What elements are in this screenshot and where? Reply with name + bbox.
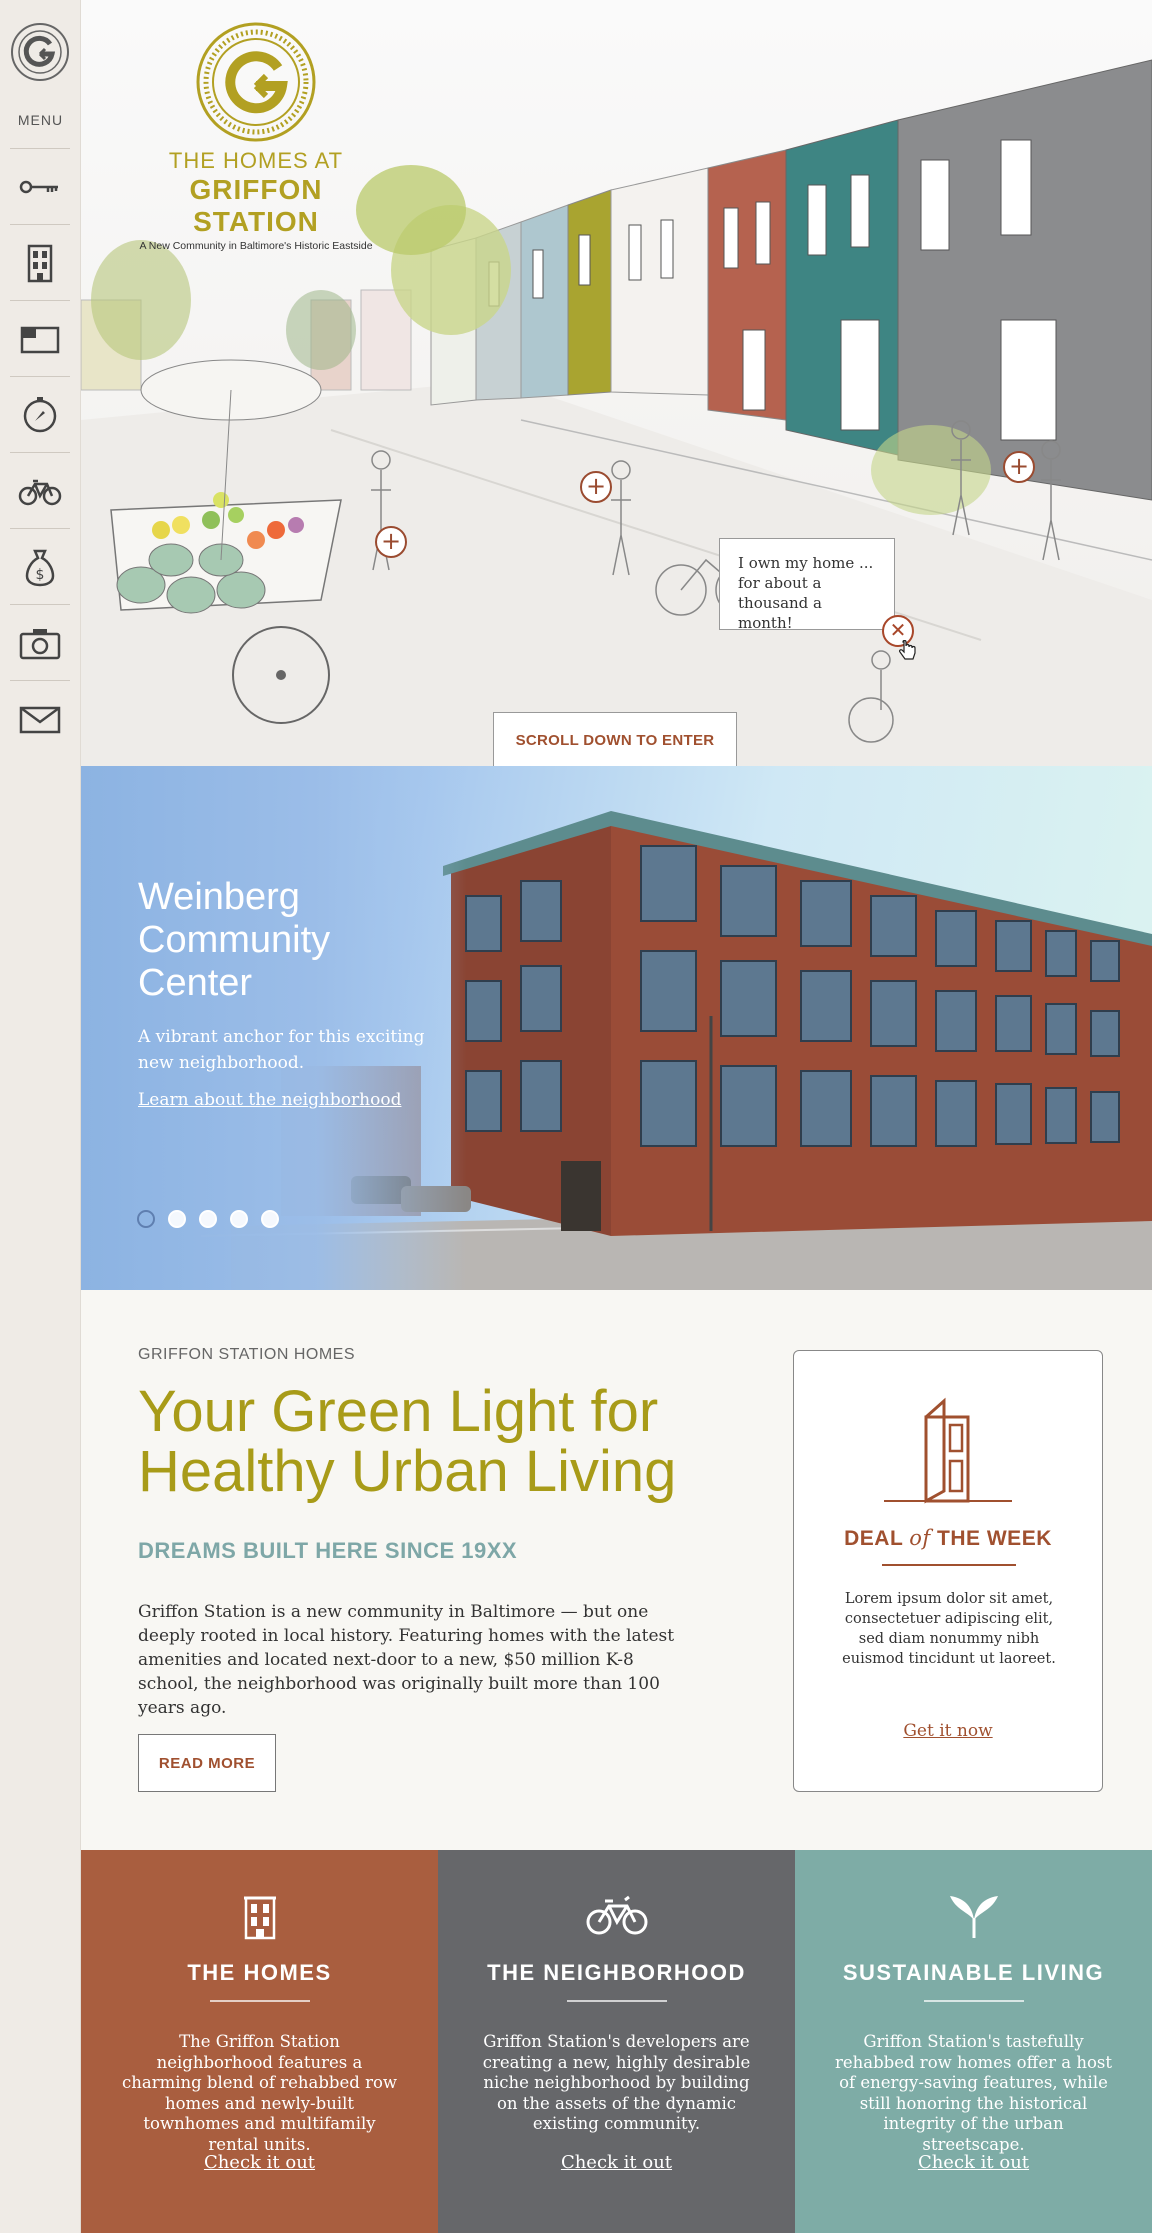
sidebar-item-money[interactable]: $ <box>10 528 70 604</box>
slider-dot[interactable] <box>137 1210 155 1228</box>
check-it-out-link[interactable]: Check it out <box>438 2152 795 2173</box>
panel-neighborhood: THE NEIGHBORHOOD Griffon Station's devel… <box>438 1850 795 2233</box>
feature-slider: Weinberg Community Center A vibrant anch… <box>81 766 1152 1290</box>
floorplan-icon <box>20 326 60 353</box>
intro-body: Griffon Station is a new community in Ba… <box>138 1602 675 1718</box>
panel-text: The Griffon Station neighborhood feature… <box>121 2032 398 2154</box>
panel-divider <box>209 2000 310 2002</box>
bicycle-icon <box>18 479 62 505</box>
sidebar-item-bicycle[interactable] <box>10 452 70 528</box>
panel-title: THE HOMES <box>187 1960 332 1985</box>
slide-title: Weinberg Community Center <box>138 876 331 1004</box>
compass-icon <box>23 396 57 432</box>
door-icon <box>884 1397 1012 1504</box>
key-icon <box>19 180 58 193</box>
slider-pagination <box>137 1210 279 1228</box>
check-it-out-link[interactable]: Check it out <box>795 2152 1152 2173</box>
page-headline: Your Green Light for Healthy Urban Livin… <box>138 1379 677 1504</box>
slider-dot[interactable] <box>168 1210 186 1228</box>
panel-divider <box>923 2000 1024 2002</box>
sidebar-item-camera[interactable] <box>10 604 70 680</box>
rowhouse-icon <box>243 1896 276 1940</box>
hotspot-plus-button[interactable]: + <box>375 526 407 558</box>
svg-text:$: $ <box>36 567 45 583</box>
panel-text: Griffon Station's tastefully rehabbed ro… <box>835 2032 1112 2154</box>
menu-label[interactable]: MENU <box>0 112 81 128</box>
leaves-icon <box>949 1896 998 1938</box>
sidebar-item-contact[interactable] <box>10 680 70 756</box>
site-logo[interactable]: THE HOMES AT GRIFFON STATION A New Commu… <box>136 20 376 252</box>
hero-section: THE HOMES AT GRIFFON STATION A New Commu… <box>81 0 1152 766</box>
slider-dot[interactable] <box>230 1210 248 1228</box>
hotspot-plus-button[interactable]: + <box>580 471 612 503</box>
sidebar-item-floorplan[interactable] <box>10 300 70 376</box>
logo-tagline: A New Community in Baltimore's Historic … <box>139 240 373 252</box>
scroll-down-button[interactable]: SCROLL DOWN TO ENTER <box>493 712 737 766</box>
panel-title: THE NEIGHBORHOOD <box>487 1960 746 1985</box>
sidebar: MENU $ <box>0 0 81 2233</box>
deal-divider <box>882 1564 1016 1566</box>
sidebar-item-key[interactable] <box>10 148 70 224</box>
slide-subtitle: A vibrant anchor for this exciting new n… <box>138 1027 425 1073</box>
check-it-out-link[interactable]: Check it out <box>81 2152 438 2173</box>
bicycle-icon <box>586 1895 647 1935</box>
deal-description: Lorem ipsum dolor sit amet, consectetuer… <box>842 1591 1056 1667</box>
envelope-icon <box>19 706 61 733</box>
money-bag-icon: $ <box>25 549 55 586</box>
hotspot-tooltip: I own my home ... for about a thousand a… <box>719 538 895 632</box>
panel-sustainable: SUSTAINABLE LIVING Griffon Station's tas… <box>795 1850 1152 2233</box>
deal-title: DEAL of THE WEEK <box>844 1526 1052 1550</box>
feature-panels: THE HOMES The Griffon Station neighborho… <box>81 1850 1152 2233</box>
camera-icon <box>19 628 61 659</box>
learn-neighborhood-link[interactable]: Learn about the neighborhood <box>138 1090 401 1110</box>
section-kicker: GRIFFON STATION HOMES <box>138 1346 356 1363</box>
intro-section: GRIFFON STATION HOMES Your Green Light f… <box>81 1290 1152 1850</box>
sidebar-item-compass[interactable] <box>10 376 70 452</box>
building-icon <box>27 244 53 282</box>
logo-title: GRIFFON STATION <box>189 174 323 237</box>
deal-of-week-card: DEAL of THE WEEK Lorem ipsum dolor sit a… <box>793 1350 1103 1792</box>
sidebar-item-building[interactable] <box>10 224 70 300</box>
hotspot-plus-button[interactable]: + <box>1003 451 1035 483</box>
griffon-emblem-icon <box>196 22 316 142</box>
panel-homes: THE HOMES The Griffon Station neighborho… <box>81 1850 438 2233</box>
hand-cursor-icon <box>899 640 916 660</box>
logo-small-text: THE HOMES AT <box>168 148 344 173</box>
section-subhead: DREAMS BUILT HERE SINCE 19XX <box>138 1538 518 1563</box>
griffon-logo-icon[interactable] <box>10 22 70 82</box>
slider-dot[interactable] <box>199 1210 217 1228</box>
read-more-button[interactable]: READ MORE <box>138 1734 276 1792</box>
get-it-now-link[interactable]: Get it now <box>794 1721 1102 1741</box>
slider-dot[interactable] <box>261 1210 279 1228</box>
panel-title: SUSTAINABLE LIVING <box>842 1960 1105 1985</box>
panel-divider <box>566 2000 667 2002</box>
panel-text: Griffon Station's developers are creatin… <box>482 2032 751 2133</box>
